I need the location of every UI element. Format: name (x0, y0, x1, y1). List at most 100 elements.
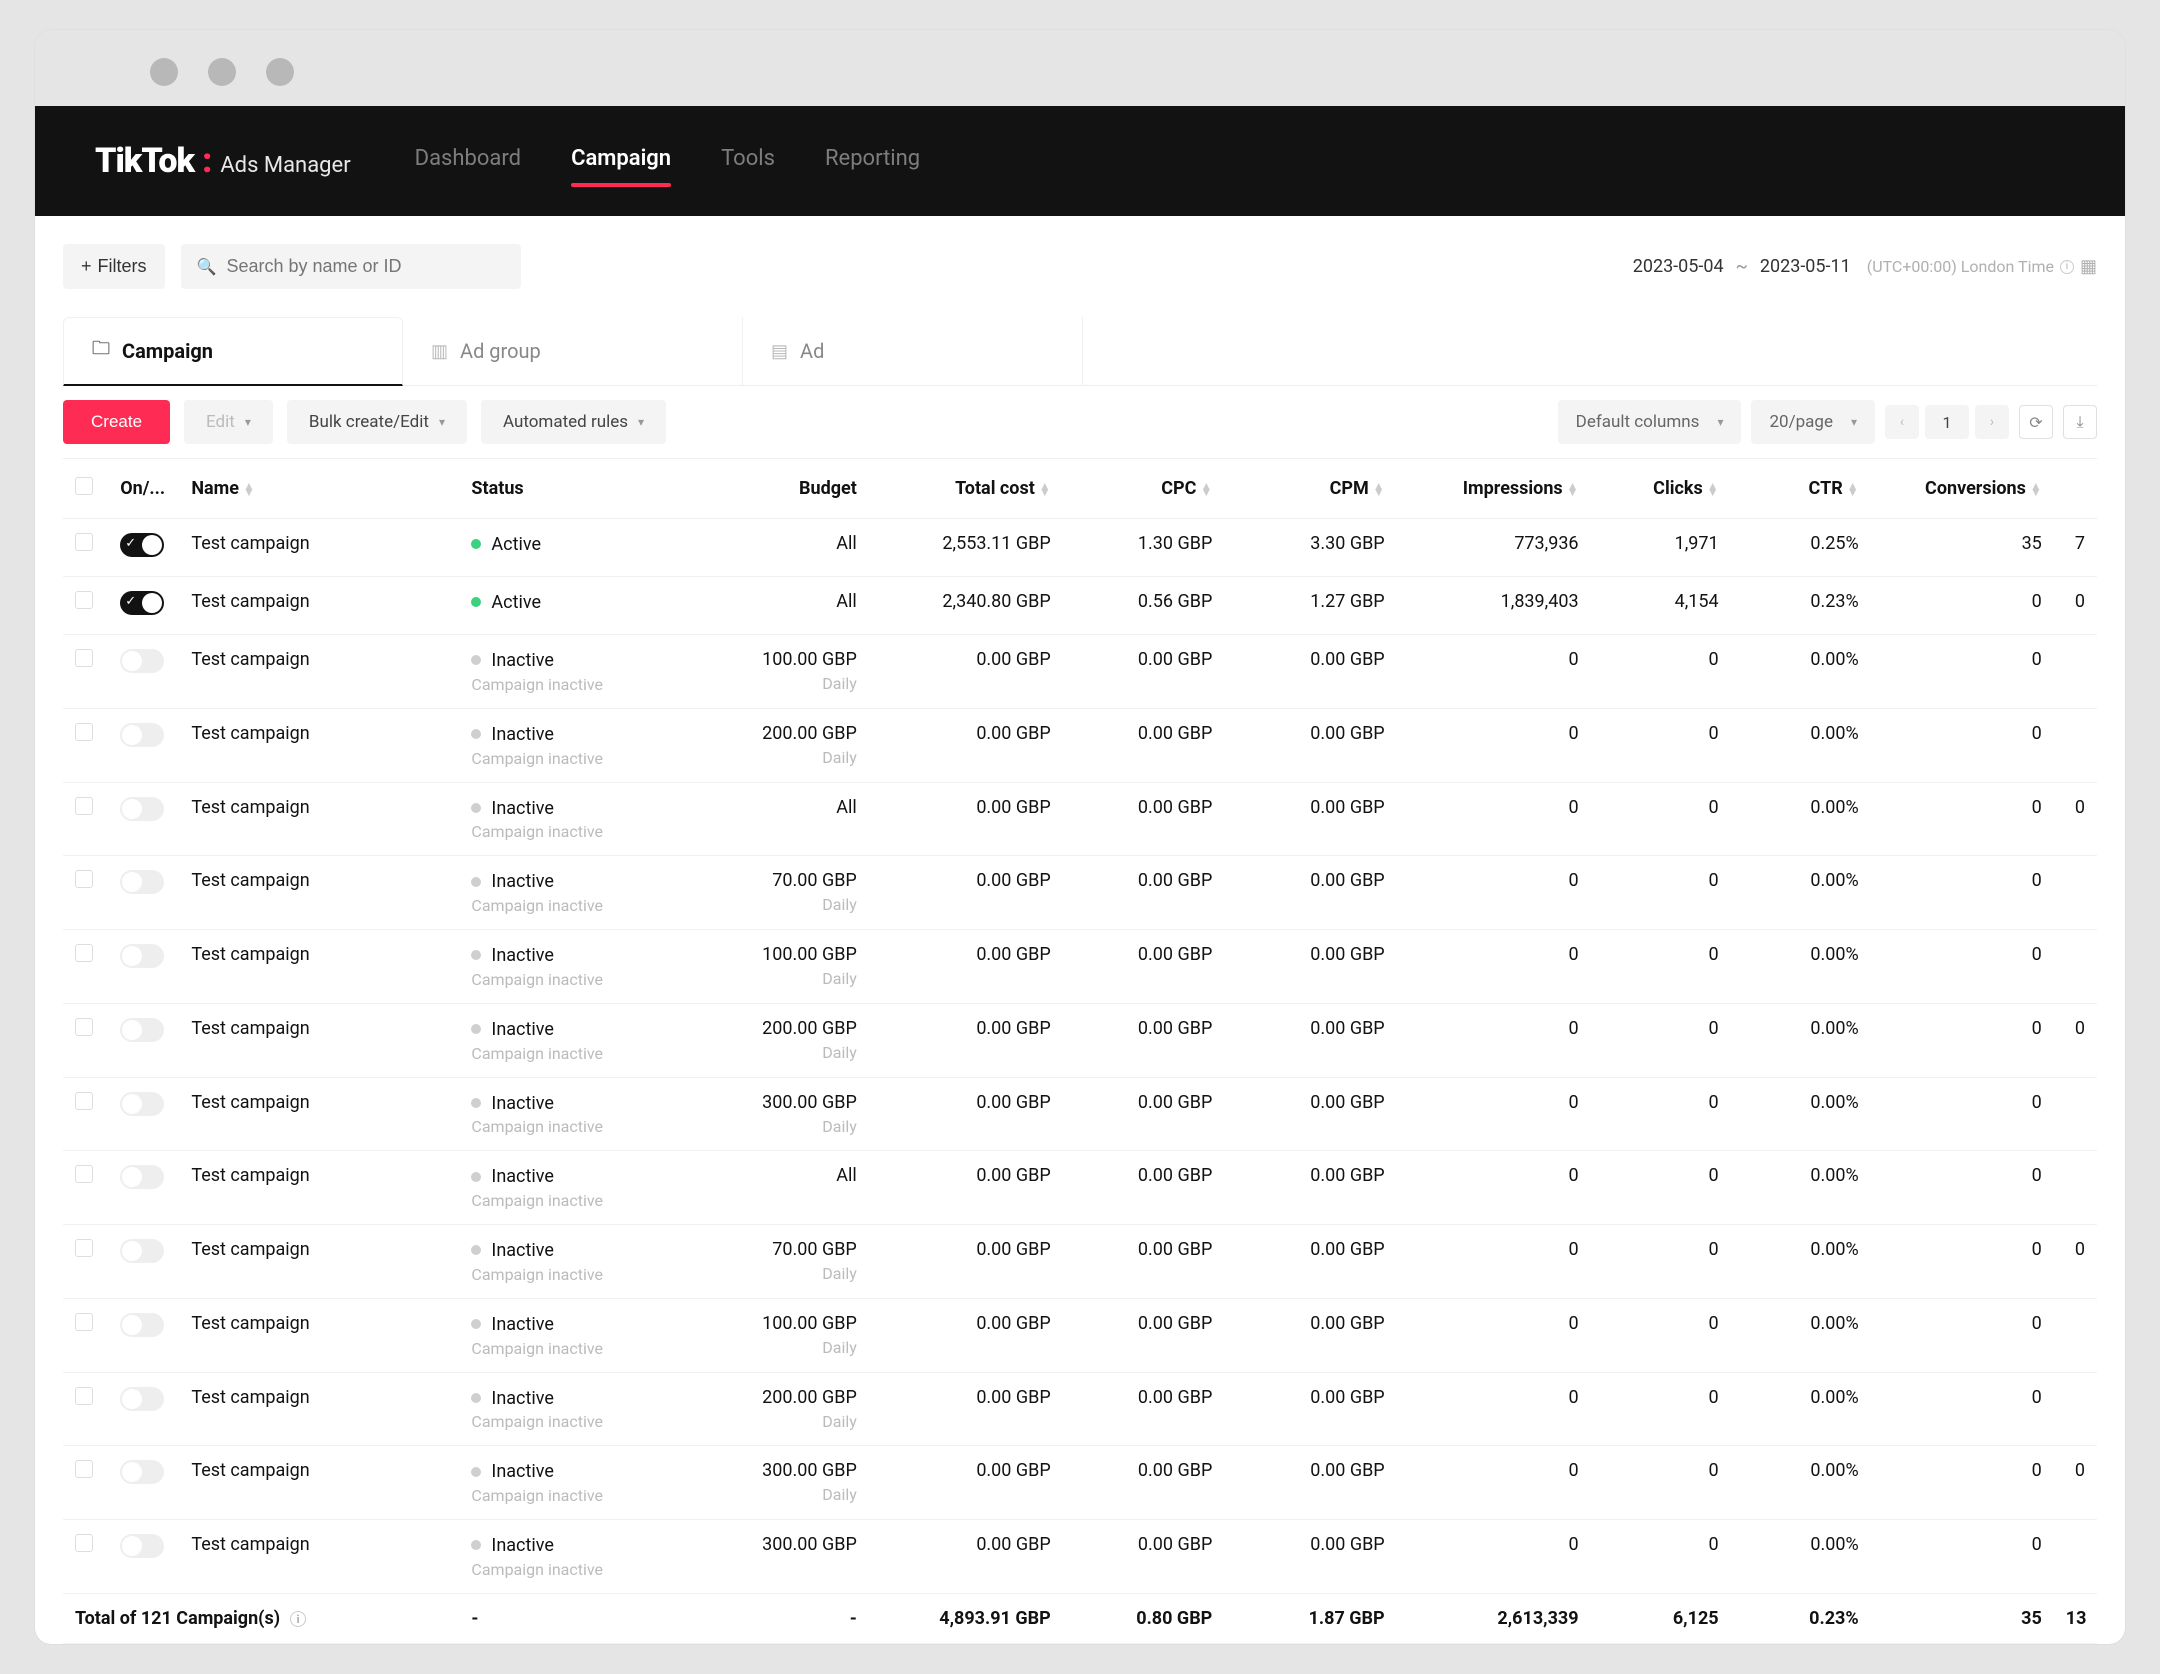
row-checkbox[interactable] (75, 591, 93, 609)
row-toggle[interactable]: ✓ (120, 591, 164, 615)
campaign-name-link[interactable]: Test campaign (191, 591, 309, 612)
nav-reporting[interactable]: Reporting (825, 146, 920, 177)
row-checkbox[interactable] (75, 723, 93, 741)
campaign-name-link[interactable]: Test campaign (191, 1313, 309, 1334)
info-icon[interactable]: i (2060, 260, 2074, 274)
row-toggle[interactable] (120, 723, 164, 747)
campaign-name-link[interactable]: Test campaign (191, 797, 309, 818)
status-dot-icon (471, 1098, 481, 1108)
row-toggle[interactable] (120, 870, 164, 894)
row-checkbox[interactable] (75, 649, 93, 667)
refresh-button[interactable]: ⟳ (2019, 405, 2053, 439)
columns-select[interactable]: Default columns▾ (1558, 400, 1742, 444)
row-toggle[interactable] (120, 1313, 164, 1337)
overflow-value (2054, 708, 2097, 782)
budget-value: All (698, 533, 857, 554)
header-status[interactable]: Status (459, 459, 685, 519)
row-checkbox[interactable] (75, 1239, 93, 1257)
impressions-value: 1,839,403 (1397, 577, 1591, 635)
calendar-icon[interactable]: ▦ (2080, 256, 2097, 277)
cpc-value: 0.00 GBP (1063, 1225, 1225, 1299)
close-window-icon[interactable] (150, 58, 178, 86)
tab-ad-group[interactable]: ▥ Ad group (403, 317, 743, 385)
row-checkbox[interactable] (75, 870, 93, 888)
row-checkbox[interactable] (75, 1092, 93, 1110)
row-checkbox[interactable] (75, 944, 93, 962)
logo-colon: : (202, 141, 212, 181)
page-size-select[interactable]: 20/page▾ (1751, 400, 1875, 444)
row-toggle[interactable] (120, 1092, 164, 1116)
campaign-name-link[interactable]: Test campaign (191, 649, 309, 670)
row-toggle[interactable] (120, 944, 164, 968)
campaign-name-link[interactable]: Test campaign (191, 723, 309, 744)
row-toggle[interactable] (120, 1165, 164, 1189)
maximize-window-icon[interactable] (266, 58, 294, 86)
campaign-name-link[interactable]: Test campaign (191, 1165, 309, 1186)
nav-tools[interactable]: Tools (721, 146, 775, 177)
row-checkbox[interactable] (75, 533, 93, 551)
nav-dashboard[interactable]: Dashboard (415, 146, 521, 177)
header-checkbox[interactable] (63, 459, 108, 519)
row-checkbox[interactable] (75, 797, 93, 815)
tab-campaign[interactable]: 🗀 Campaign (63, 317, 403, 386)
header-ctr[interactable]: CTR (1731, 459, 1871, 519)
campaign-name-link[interactable]: Test campaign (191, 1239, 309, 1260)
header-cpc[interactable]: CPC (1063, 459, 1225, 519)
campaign-name-link[interactable]: Test campaign (191, 944, 309, 965)
budget-sub: Daily (698, 1043, 857, 1062)
campaign-name-link[interactable]: Test campaign (191, 1018, 309, 1039)
row-toggle[interactable] (120, 1018, 164, 1042)
search-box[interactable]: 🔍 (181, 244, 521, 289)
budget-value: All (698, 1165, 857, 1186)
header-clicks[interactable]: Clicks (1591, 459, 1731, 519)
impressions-value: 773,936 (1397, 519, 1591, 577)
row-checkbox[interactable] (75, 1018, 93, 1036)
tab-ad[interactable]: ▤ Ad (743, 317, 1083, 385)
header-impressions[interactable]: Impressions (1397, 459, 1591, 519)
totals-overflow: 13 (2054, 1593, 2097, 1643)
header-onoff[interactable]: On/... (108, 459, 179, 519)
row-toggle[interactable]: ✓ (120, 533, 164, 557)
campaign-name-link[interactable]: Test campaign (191, 1387, 309, 1408)
campaign-name-link[interactable]: Test campaign (191, 533, 309, 554)
status-dot-icon (471, 1467, 481, 1477)
row-checkbox[interactable] (75, 1165, 93, 1183)
export-button[interactable]: ⤓ (2063, 405, 2097, 439)
header-name[interactable]: Name (179, 459, 459, 519)
search-input[interactable] (226, 256, 504, 277)
minimize-window-icon[interactable] (208, 58, 236, 86)
info-icon[interactable]: i (290, 1611, 306, 1627)
row-checkbox[interactable] (75, 1534, 93, 1552)
row-toggle[interactable] (120, 1460, 164, 1484)
row-checkbox[interactable] (75, 1387, 93, 1405)
campaign-name-link[interactable]: Test campaign (191, 1534, 309, 1555)
folder-icon: 🗀 (92, 336, 110, 366)
ctr-value: 0.00% (1731, 1372, 1871, 1446)
prev-page-button[interactable]: ‹ (1885, 405, 1919, 439)
edit-button[interactable]: Edit▾ (184, 400, 273, 444)
header-cpm[interactable]: CPM (1224, 459, 1396, 519)
bulk-create-edit-button[interactable]: Bulk create/Edit▾ (287, 400, 467, 444)
row-toggle[interactable] (120, 1534, 164, 1558)
nav-campaign[interactable]: Campaign (571, 146, 671, 177)
campaign-name-link[interactable]: Test campaign (191, 1092, 309, 1113)
filters-button[interactable]: +Filters (63, 244, 165, 289)
row-toggle[interactable] (120, 1239, 164, 1263)
automated-rules-button[interactable]: Automated rules▾ (481, 400, 666, 444)
date-range-picker[interactable]: 2023-05-04 ~ 2023-05-11 (1633, 256, 1851, 277)
row-checkbox[interactable] (75, 1313, 93, 1331)
header-total-cost[interactable]: Total cost (869, 459, 1063, 519)
campaign-name-link[interactable]: Test campaign (191, 1460, 309, 1481)
next-page-button[interactable]: › (1975, 405, 2009, 439)
row-checkbox[interactable] (75, 1460, 93, 1478)
row-toggle[interactable] (120, 649, 164, 673)
create-button[interactable]: Create (63, 400, 170, 444)
status-text: Inactive (491, 871, 553, 892)
row-toggle[interactable] (120, 797, 164, 821)
conversions-value: 0 (1871, 1151, 2054, 1225)
header-conversions[interactable]: Conversions (1871, 459, 2054, 519)
campaign-name-link[interactable]: Test campaign (191, 870, 309, 891)
page-number[interactable]: 1 (1925, 405, 1969, 439)
row-toggle[interactable] (120, 1387, 164, 1411)
header-budget[interactable]: Budget (686, 459, 869, 519)
